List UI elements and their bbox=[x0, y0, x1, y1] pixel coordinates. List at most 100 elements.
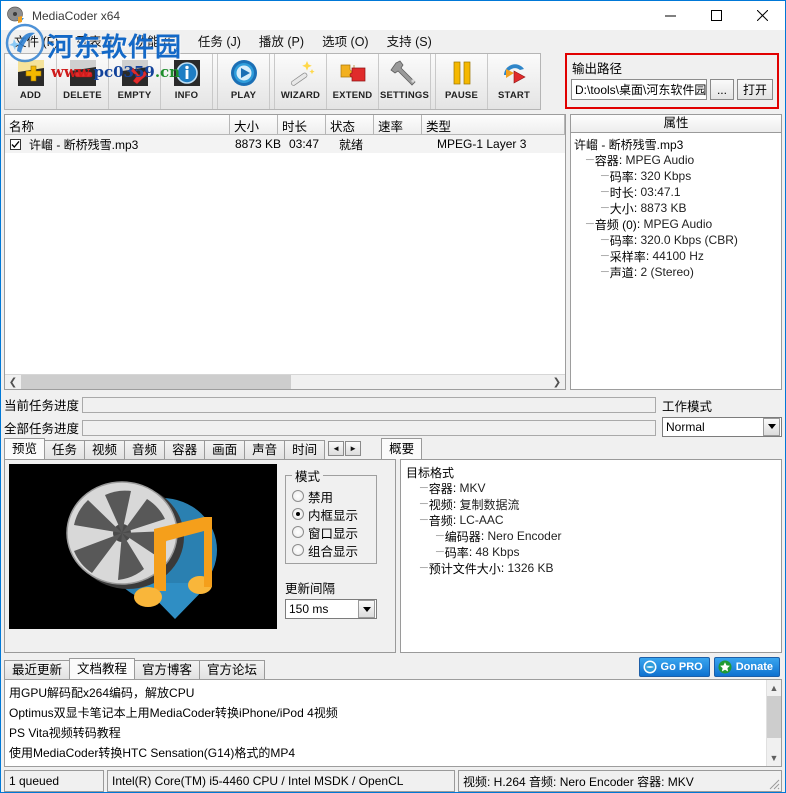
news-vscrollbar[interactable]: ▲ ▼ bbox=[766, 680, 781, 766]
toolbar-row: ADD DELETE EMPTY INFO PLAY WIZARD EXTEND… bbox=[1, 51, 785, 114]
radio-option-combined[interactable]: 组合显示 bbox=[292, 541, 372, 559]
tree-item: ─ 编码器: Nero Encoder bbox=[436, 529, 562, 544]
start-button[interactable]: START bbox=[488, 54, 540, 109]
menu-item-task[interactable]: 任务 (J) bbox=[189, 29, 250, 52]
settings-button[interactable]: SETTINGS bbox=[379, 54, 431, 109]
radio-icon-selected[interactable] bbox=[292, 508, 304, 520]
tab-time[interactable]: 时间 bbox=[284, 440, 326, 459]
tree-branch-icon: ─ bbox=[586, 154, 594, 166]
tab-official-blog[interactable]: 官方博客 bbox=[134, 660, 201, 679]
news-section: 最近更新 文档教程 官方博客 官方论坛 Go PRO Donate 用GPU解码… bbox=[4, 657, 782, 767]
tab-audio[interactable]: 音频 bbox=[124, 440, 166, 459]
tree-label: 码率 bbox=[444, 545, 469, 560]
column-header-name[interactable]: 名称 bbox=[5, 115, 230, 135]
row-checkbox[interactable] bbox=[10, 138, 21, 150]
minimize-button[interactable] bbox=[647, 1, 693, 30]
scroll-right-icon[interactable]: ❯ bbox=[549, 377, 565, 388]
menu-item-play[interactable]: 播放 (P) bbox=[250, 29, 313, 52]
tab-scroll-right-icon[interactable]: ► bbox=[345, 441, 362, 456]
file-list-hscrollbar[interactable]: ❮ ❯ bbox=[5, 374, 565, 389]
menu-item-options[interactable]: 选项 (O) bbox=[313, 29, 378, 52]
tree-label: 预计文件大小 bbox=[428, 561, 501, 576]
tree-label: 视频 bbox=[428, 497, 453, 512]
tree-branch-icon: ─ bbox=[601, 266, 609, 278]
add-button[interactable]: ADD bbox=[5, 54, 57, 109]
vscrollbar-thumb[interactable] bbox=[767, 696, 781, 738]
tree-branch-icon: ─ bbox=[420, 482, 428, 494]
output-path-group: 输出路径 D:\tools\桌面\河东软件园\ ... 打开 bbox=[565, 53, 779, 109]
chevron-down-icon[interactable] bbox=[358, 600, 375, 618]
tab-picture[interactable]: 画面 bbox=[204, 440, 246, 459]
scroll-down-icon[interactable]: ▼ bbox=[767, 750, 781, 766]
settings-tabs: 预览 任务 视频 音频 容器 画面 声音 时间 ◄ ► bbox=[4, 438, 362, 459]
info-button[interactable]: INFO bbox=[161, 54, 213, 109]
tab-video[interactable]: 视频 bbox=[84, 440, 126, 459]
radio-option-window[interactable]: 窗口显示 bbox=[292, 523, 372, 541]
tree-value: 1326 KB bbox=[507, 561, 554, 575]
column-header-size[interactable]: 大小 bbox=[230, 115, 278, 135]
vscrollbar-track[interactable] bbox=[767, 696, 781, 750]
work-mode-label: 工作模式 bbox=[662, 399, 713, 414]
tab-container[interactable]: 容器 bbox=[164, 440, 206, 459]
column-header-type[interactable]: 类型 bbox=[422, 115, 565, 135]
close-button[interactable] bbox=[739, 1, 785, 30]
list-item[interactable]: 使用MediaCoder转换HTC Sensation(G14)格式的MP4 bbox=[9, 743, 762, 763]
scroll-left-icon[interactable]: ❮ bbox=[5, 377, 21, 388]
table-row[interactable]: 许嵧 - 断桥残雪.mp3 8873 KB 03:47 就绪 MPEG-1 La… bbox=[5, 135, 565, 153]
current-progress-bar bbox=[82, 396, 656, 413]
scroll-up-icon[interactable]: ▲ bbox=[767, 680, 781, 696]
tab-recent-updates[interactable]: 最近更新 bbox=[4, 660, 71, 679]
delete-button[interactable]: DELETE bbox=[57, 54, 109, 109]
menu-item-list[interactable]: 列表 (I) bbox=[67, 29, 125, 52]
output-path-open-button[interactable]: 打开 bbox=[736, 79, 773, 100]
tab-bar: 预览 任务 视频 音频 容器 画面 声音 时间 ◄ ► 概要 bbox=[4, 438, 782, 459]
wizard-button[interactable]: WIZARD bbox=[275, 54, 327, 109]
menu-item-function[interactable]: 功能 (E) bbox=[126, 29, 189, 52]
donate-button[interactable]: Donate bbox=[713, 657, 780, 677]
empty-button[interactable]: EMPTY bbox=[109, 54, 161, 109]
work-mode-select[interactable]: Normal bbox=[662, 416, 782, 437]
tree-label: 大小 bbox=[609, 201, 634, 216]
tab-task[interactable]: 任务 bbox=[44, 440, 86, 459]
chevron-down-icon[interactable] bbox=[763, 417, 780, 436]
column-header-status[interactable]: 状态 bbox=[326, 115, 374, 135]
tab-official-forum[interactable]: 官方论坛 bbox=[199, 660, 266, 679]
list-item[interactable]: 用GPU解码配x264编码，解放CPU bbox=[9, 683, 762, 703]
maximize-button[interactable] bbox=[693, 1, 739, 30]
column-header-rate[interactable]: 速率 bbox=[374, 115, 422, 135]
update-interval-value: 150 ms bbox=[289, 602, 329, 616]
menu-item-file[interactable]: 文件 (F) bbox=[5, 29, 67, 52]
tab-summary[interactable]: 概要 bbox=[381, 438, 423, 459]
tab-preview[interactable]: 预览 bbox=[4, 438, 46, 459]
radio-icon[interactable] bbox=[292, 490, 304, 502]
file-list-body: 许嵧 - 断桥残雪.mp3 8873 KB 03:47 就绪 MPEG-1 La… bbox=[5, 135, 565, 374]
update-interval-select[interactable]: 150 ms bbox=[285, 599, 377, 619]
tree-item: ─ 时长: 03:47.1 bbox=[601, 185, 681, 200]
radio-option-disable[interactable]: 禁用 bbox=[292, 487, 372, 505]
list-item[interactable]: Optimus双显卡笔记本上用MediaCoder转换iPhone/iPod 4… bbox=[9, 703, 762, 723]
hscrollbar-track[interactable] bbox=[21, 375, 549, 389]
radio-option-inline[interactable]: 内框显示 bbox=[292, 505, 372, 523]
resize-grip-icon[interactable] bbox=[768, 778, 780, 790]
output-path-browse-button[interactable]: ... bbox=[709, 79, 734, 100]
add-icon bbox=[15, 57, 47, 89]
play-button[interactable]: PLAY bbox=[218, 54, 270, 109]
menu-item-support[interactable]: 支持 (S) bbox=[378, 29, 441, 52]
tree-value: 44100 Hz bbox=[652, 249, 704, 263]
extend-button[interactable]: EXTEND bbox=[327, 54, 379, 109]
radio-icon[interactable] bbox=[292, 526, 304, 538]
settings-icon bbox=[389, 57, 421, 89]
file-list-panel: 名称 大小 时长 状态 速率 类型 许嵧 - 断桥残雪.mp3 8873 KB … bbox=[4, 114, 566, 390]
tab-sound[interactable]: 声音 bbox=[244, 440, 286, 459]
list-item[interactable]: PS Vita视频转码教程 bbox=[9, 723, 762, 743]
tab-documentation[interactable]: 文档教程 bbox=[69, 658, 136, 679]
go-pro-button[interactable]: Go PRO bbox=[638, 657, 710, 677]
pause-button[interactable]: PAUSE bbox=[436, 54, 488, 109]
radio-icon[interactable] bbox=[292, 544, 304, 556]
tree-branch-icon: ─ bbox=[601, 186, 609, 198]
tree-branch-icon: ─ bbox=[601, 170, 609, 182]
output-path-input[interactable]: D:\tools\桌面\河东软件园\ bbox=[571, 79, 707, 100]
tab-scroll-left-icon[interactable]: ◄ bbox=[328, 441, 345, 456]
column-header-duration[interactable]: 时长 bbox=[278, 115, 326, 135]
hscrollbar-thumb[interactable] bbox=[21, 375, 291, 389]
